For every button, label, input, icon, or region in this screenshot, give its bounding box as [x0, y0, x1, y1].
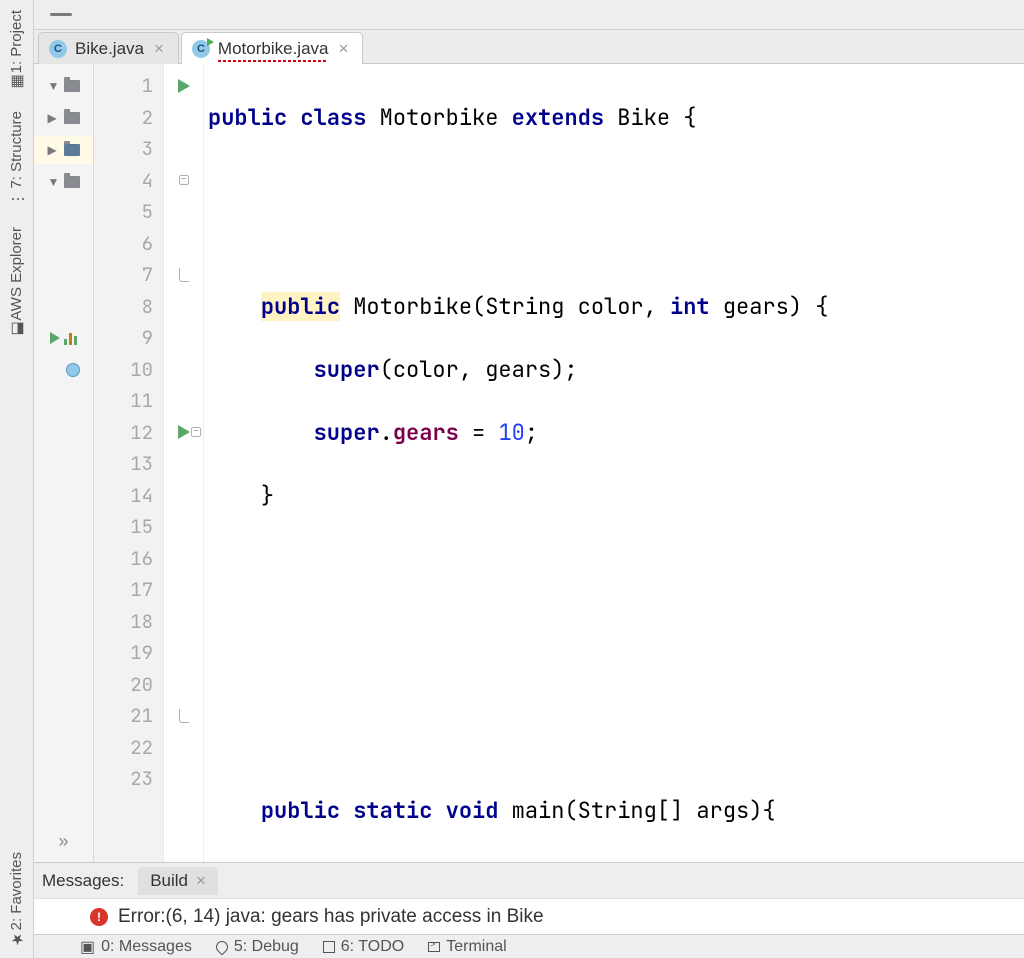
- kw-super: super: [314, 355, 380, 384]
- bb-messages[interactable]: ▣0: Messages: [80, 937, 192, 957]
- error-text: Error:(6, 14) java: gears has private ac…: [118, 906, 544, 928]
- terminal-icon: [428, 942, 440, 952]
- messages-tab-build[interactable]: Build ×: [138, 867, 218, 895]
- status-bar: ▣0: Messages 5: Debug 6: TODO Terminal: [34, 934, 1024, 958]
- close-icon[interactable]: ×: [154, 39, 164, 59]
- kw-public: public: [261, 292, 340, 321]
- project-icon: ▦: [10, 77, 24, 91]
- kw-main-sig: public static void: [261, 796, 499, 825]
- rail-project[interactable]: ▦ 1: Project: [6, 4, 27, 97]
- bb-terminal[interactable]: Terminal: [428, 938, 506, 956]
- folder-src-icon: [64, 144, 80, 156]
- play-icon[interactable]: [50, 332, 60, 344]
- rail-project-label: 1: Project: [8, 10, 25, 73]
- tab-motorbike[interactable]: C Motorbike.java ×: [181, 32, 364, 64]
- rail-structure-label: 7: Structure: [8, 111, 25, 189]
- toolbar: [34, 0, 1024, 30]
- rail-favorites[interactable]: ★ 2: Favorites: [6, 846, 27, 954]
- project-tree-strip[interactable]: ▼ ▶ ▶ ▼ »: [34, 64, 94, 862]
- folder-icon: [64, 176, 80, 188]
- kw-super: super: [314, 418, 380, 447]
- main-column: C Bike.java × C Motorbike.java × ▼ ▶ ▶ ▼…: [34, 0, 1024, 958]
- expand-icon[interactable]: »: [58, 831, 68, 862]
- error-icon: !: [90, 908, 108, 926]
- run-gutter-icon[interactable]: [178, 79, 190, 93]
- rail-fav-label: 2: Favorites: [8, 852, 25, 930]
- code-editor[interactable]: public class Motorbike extends Bike { pu…: [204, 64, 1024, 862]
- tab-bike[interactable]: C Bike.java ×: [38, 32, 179, 64]
- fold-open-icon[interactable]: [191, 427, 201, 437]
- folder-icon: [64, 80, 80, 92]
- bb-debug[interactable]: 5: Debug: [216, 938, 299, 956]
- class-icon: [66, 363, 80, 377]
- line-number-gutter[interactable]: 1234567891011121314151617181920212223: [94, 64, 164, 862]
- super-name: Bike: [617, 103, 670, 132]
- kw-extends: extends: [512, 103, 604, 132]
- left-tool-rail: ▦ 1: Project ⋮ 7: Structure ◧ AWS Explor…: [0, 0, 34, 958]
- gutter-icons[interactable]: [164, 64, 204, 862]
- close-icon[interactable]: ×: [196, 871, 206, 891]
- bug-icon: [216, 941, 228, 953]
- class-run-icon: C: [192, 40, 210, 58]
- error-row[interactable]: ! Error:(6, 14) java: gears has private …: [34, 898, 1024, 934]
- structure-icon: ⋮: [10, 193, 24, 207]
- rail-structure[interactable]: ⋮ 7: Structure: [6, 105, 27, 213]
- rail-aws-label: AWS Explorer: [8, 227, 25, 321]
- run-gutter-icon[interactable]: [178, 425, 190, 439]
- cube-icon: ◧: [10, 325, 24, 339]
- field-gears: gears: [393, 418, 459, 447]
- workspace: ▼ ▶ ▶ ▼ » 123456789101112131415161718192…: [34, 64, 1024, 862]
- fold-close-icon[interactable]: [179, 709, 189, 723]
- fold-open-icon[interactable]: [179, 175, 189, 185]
- tab-bike-label: Bike.java: [75, 39, 144, 59]
- bars-icon: [64, 331, 77, 345]
- kw-int: int: [670, 292, 710, 321]
- ide-root: ▦ 1: Project ⋮ 7: Structure ◧ AWS Explor…: [0, 0, 1024, 958]
- close-icon[interactable]: ×: [338, 39, 348, 59]
- folder-icon: [64, 112, 80, 124]
- rail-aws[interactable]: ◧ AWS Explorer: [6, 221, 27, 345]
- class-icon: C: [49, 40, 67, 58]
- kw-public: public: [208, 103, 287, 132]
- class-name: Motorbike: [380, 103, 499, 132]
- bb-todo[interactable]: 6: TODO: [323, 938, 404, 956]
- editor-tabs: C Bike.java × C Motorbike.java ×: [34, 30, 1024, 64]
- messages-title: Messages:: [42, 871, 124, 891]
- messages-bar: Messages: Build ×: [34, 862, 1024, 898]
- check-icon: [323, 941, 335, 953]
- minimize-icon[interactable]: [50, 13, 72, 16]
- kw-class: class: [300, 103, 366, 132]
- star-icon: ★: [10, 934, 24, 948]
- fold-close-icon[interactable]: [179, 268, 189, 282]
- number-literal: 10: [498, 418, 524, 447]
- tab-motorbike-label: Motorbike.java: [218, 39, 329, 59]
